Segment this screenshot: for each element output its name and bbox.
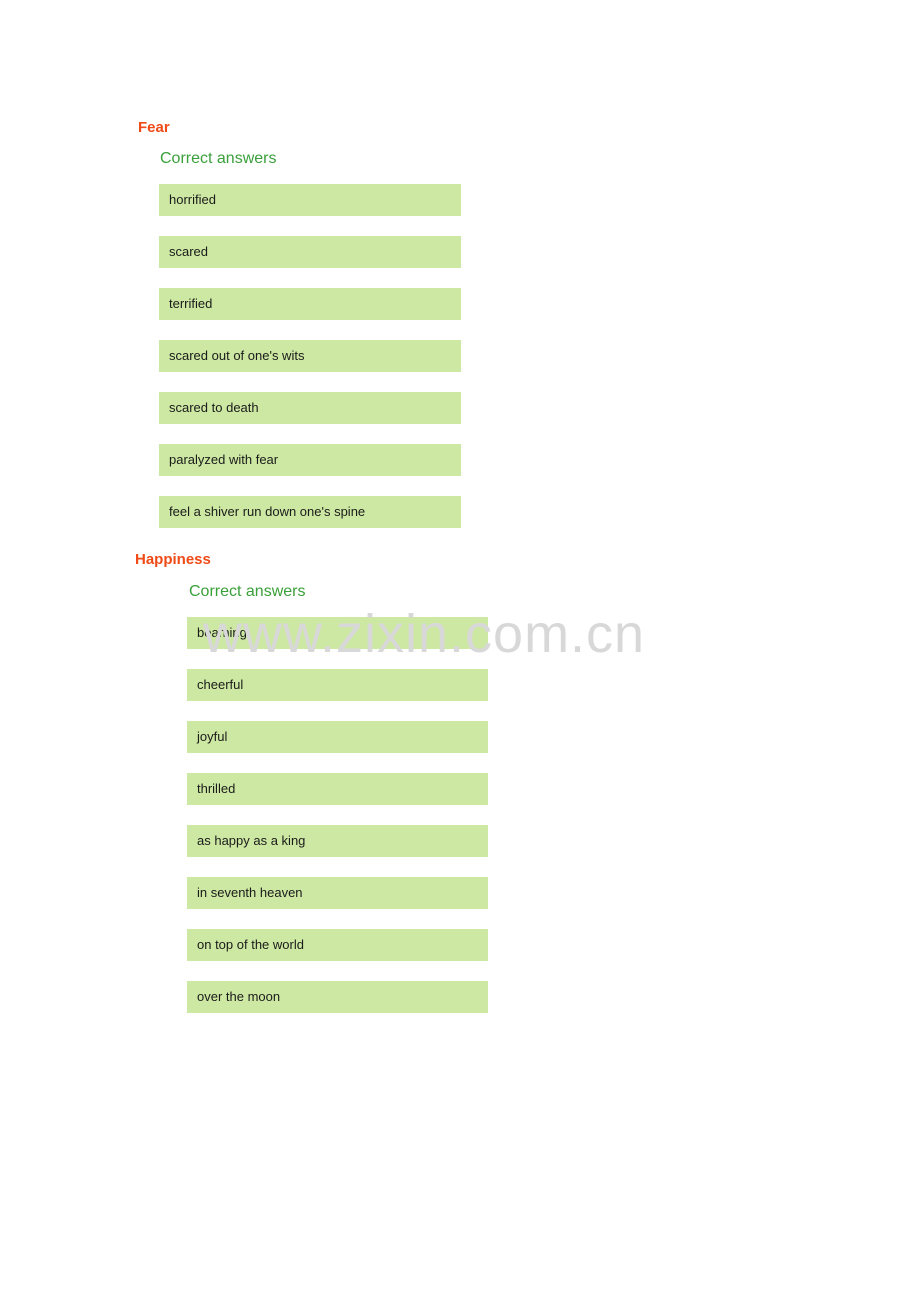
answer-item: scared to death xyxy=(159,392,461,424)
subsection-title-correct-answers-happiness: Correct answers xyxy=(189,583,306,600)
answer-item: over the moon xyxy=(187,981,488,1013)
answer-item: as happy as a king xyxy=(187,825,488,857)
answer-item: joyful xyxy=(187,721,488,753)
answer-item: feel a shiver run down one's spine xyxy=(159,496,461,528)
section-happiness: Happiness Correct answers beaming cheerf… xyxy=(0,550,920,1033)
section-title-happiness: Happiness xyxy=(135,551,211,568)
answer-list-happiness: beaming cheerful joyful thrilled as happ… xyxy=(187,617,488,1013)
section-title-fear: Fear xyxy=(138,119,170,136)
answer-item: beaming xyxy=(187,617,488,649)
answer-item: thrilled xyxy=(187,773,488,805)
answer-item: scared xyxy=(159,236,461,268)
answer-item: on top of the world xyxy=(187,929,488,961)
answer-item: paralyzed with fear xyxy=(159,444,461,476)
answer-item: cheerful xyxy=(187,669,488,701)
answer-item: horrified xyxy=(159,184,461,216)
subsection-title-correct-answers-fear: Correct answers xyxy=(160,150,277,167)
answer-list-fear: horrified scared terrified scared out of… xyxy=(159,184,461,528)
page-canvas: Fear Correct answers horrified scared te… xyxy=(0,0,920,1302)
section-fear: Fear Correct answers horrified scared te… xyxy=(0,118,920,548)
answer-item: terrified xyxy=(159,288,461,320)
answer-item: in seventh heaven xyxy=(187,877,488,909)
answer-item: scared out of one's wits xyxy=(159,340,461,372)
